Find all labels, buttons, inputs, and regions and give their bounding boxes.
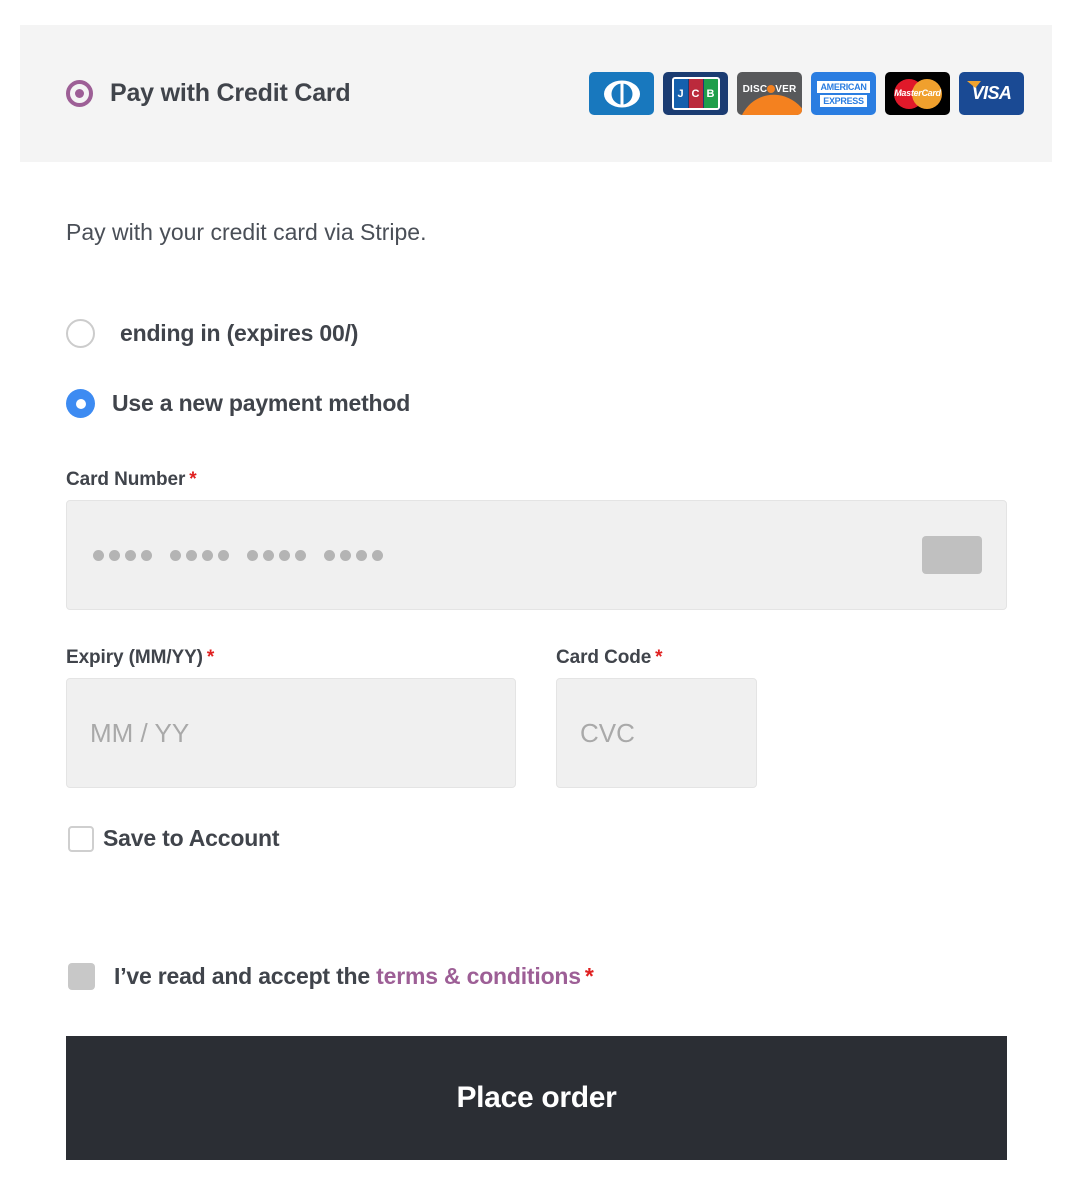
payment-option-new-method[interactable]: Use a new payment method [66,389,410,418]
card-number-dot [356,549,367,561]
discover-icon: DISC VER [737,72,802,115]
card-number-dot-group [170,549,229,561]
card-number-dot [279,549,290,561]
payment-option-saved-card[interactable]: ending in (expires 00/) [66,319,358,348]
card-number-required-mark: * [189,469,197,490]
card-number-label: Card Number * [66,469,197,491]
card-code-required-mark: * [655,647,663,668]
card-number-dot [202,549,213,561]
card-brand-slot-icon [922,536,982,574]
expiry-placeholder: MM / YY [90,717,190,748]
expiry-label: Expiry (MM/YY) * [66,647,214,669]
visa-icon: VISA [959,72,1024,115]
checkout-payment-panel: Pay with Credit Card J C B DISC VER AMER… [0,0,1072,1202]
card-number-dot [372,549,383,561]
card-code-placeholder: CVC [580,717,635,748]
terms-required-mark: * [584,963,594,989]
card-number-dot [141,549,152,561]
expiry-input[interactable]: MM / YY [66,678,516,788]
discover-label: DISC VER [742,84,797,95]
american-express-icon: AMERICAN EXPRESS [811,72,876,115]
card-number-dot-group [93,549,152,561]
jcb-icon: J C B [663,72,728,115]
jcb-letter-j: J [673,79,688,108]
diners-club-icon [589,72,654,115]
mastercard-circles: MasterCard [893,78,942,109]
jcb-letter-b: B [703,79,718,108]
expiry-label-text: Expiry (MM/YY) [66,647,203,668]
card-number-dot [125,549,136,561]
expiry-required-mark: * [206,647,215,668]
save-to-account-label: Save to Account [103,825,280,851]
jcb-bars: J C B [671,77,720,110]
accepted-cards-list: J C B DISC VER AMERICAN EXPRESS MasterCa… [589,72,1024,115]
amex-line-1: AMERICAN [817,80,870,93]
saved-card-radio-icon[interactable] [66,319,95,348]
terms-checkbox[interactable] [68,963,95,990]
terms-prefix: I’ve read and accept the [114,963,377,989]
terms-text: I’ve read and accept the terms & conditi… [114,963,594,990]
new-method-radio-icon[interactable] [66,389,95,418]
terms-and-conditions-link[interactable]: terms & conditions [376,963,581,989]
card-number-masked-value [93,549,383,561]
amex-line-2: EXPRESS [820,94,867,107]
card-number-dot [247,549,258,561]
card-number-label-text: Card Number [66,469,186,490]
card-number-dot [324,549,335,561]
saved-card-label: ending in (expires 00/) [120,320,359,346]
card-number-dot-group [324,549,383,561]
visa-label: VISA [971,83,1012,103]
payment-method-header-left: Pay with Credit Card [66,79,351,108]
diners-split [620,83,623,104]
terms-and-conditions-row[interactable]: I’ve read and accept the terms & conditi… [68,963,594,990]
card-number-dot [218,549,229,561]
payment-intro-text: Pay with your credit card via Stripe. [66,219,427,245]
jcb-letter-c: C [688,79,703,108]
card-number-dot-group [247,549,306,561]
card-code-label: Card Code * [556,647,663,669]
mastercard-label: MasterCard [894,87,941,98]
card-number-dot [186,549,197,561]
card-number-input[interactable] [66,500,1007,610]
payment-method-header[interactable]: Pay with Credit Card J C B DISC VER AMER… [20,25,1052,162]
save-to-account-checkbox[interactable] [68,825,94,852]
save-to-account-row[interactable]: Save to Account [68,825,280,852]
card-code-label-text: Card Code [556,647,652,668]
payment-method-title: Pay with Credit Card [110,79,351,107]
new-method-label: Use a new payment method [112,390,411,416]
card-code-input[interactable]: CVC [556,678,757,788]
place-order-button[interactable]: Place order [66,1036,1007,1160]
card-number-dot [340,549,351,561]
card-number-dot [170,549,181,561]
card-number-dot [109,549,120,561]
payment-method-radio-icon[interactable] [66,80,93,107]
card-number-dot [263,549,274,561]
card-number-dot [93,549,104,561]
mastercard-icon: MasterCard [885,72,950,115]
card-number-dot [295,549,306,561]
